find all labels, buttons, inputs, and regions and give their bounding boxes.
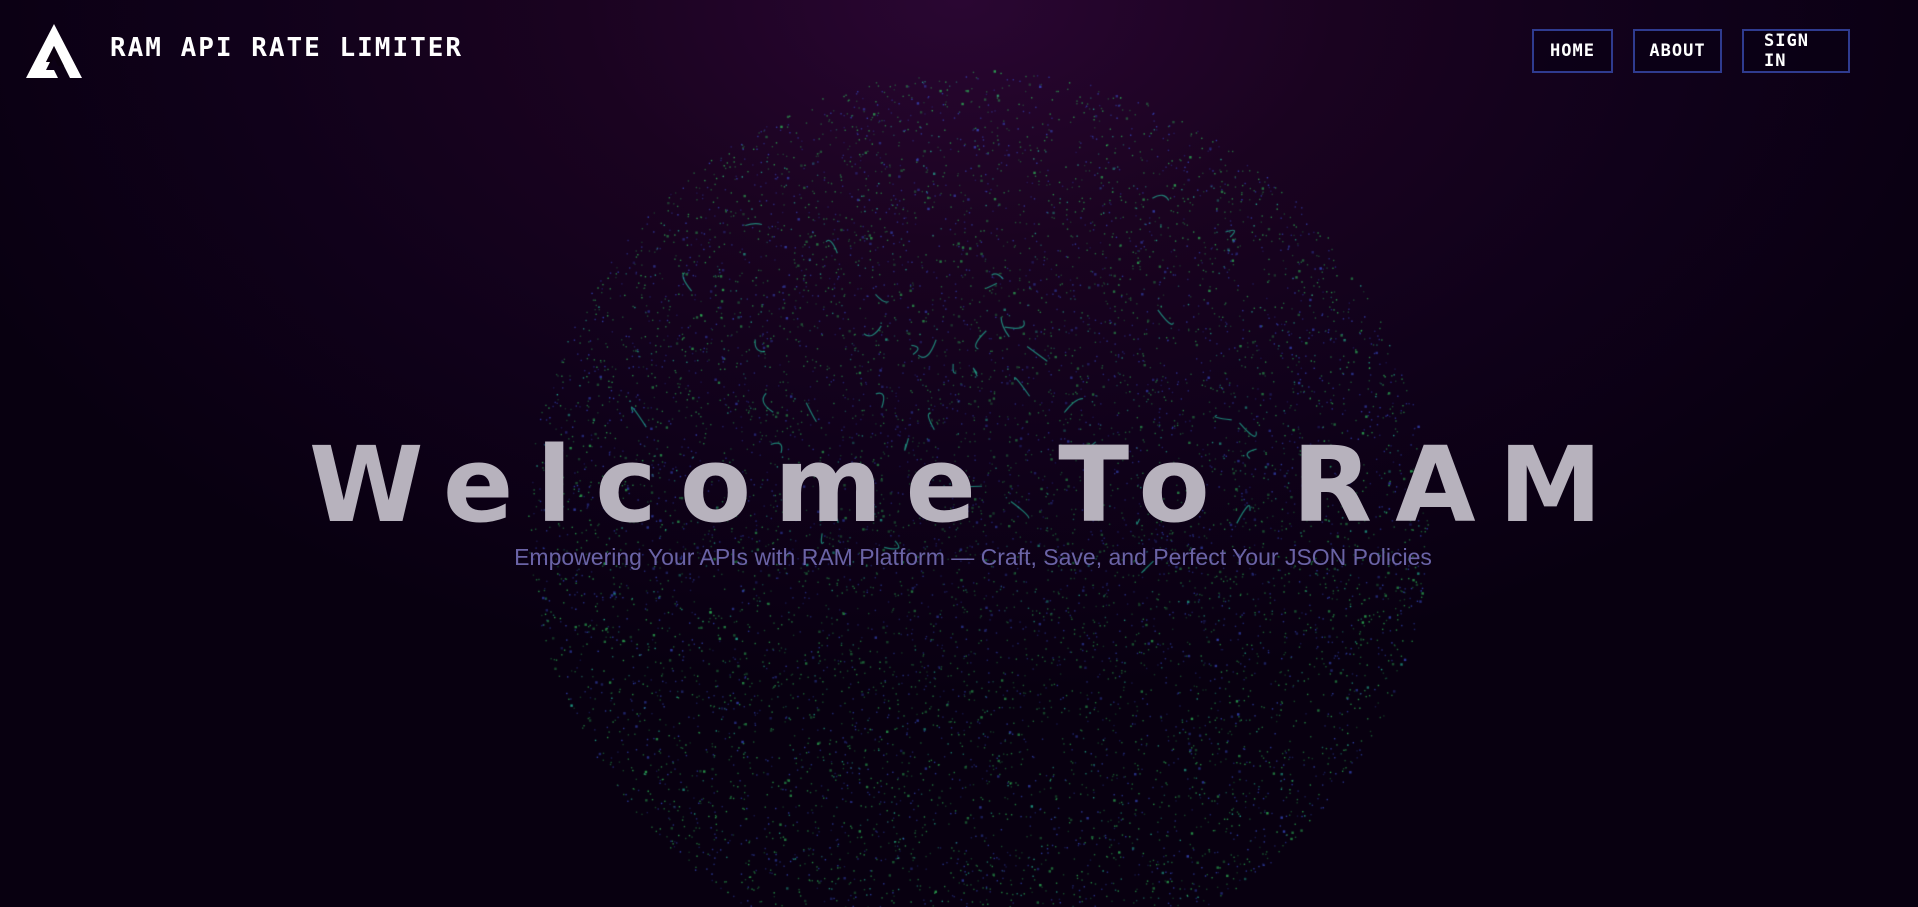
nav-home-button[interactable]: HOME xyxy=(1532,29,1613,73)
main-nav: HOME ABOUT SIGN IN xyxy=(1532,29,1850,73)
top-header: RAM API RATE LIMITER HOME ABOUT SIGN IN xyxy=(0,0,1918,100)
brand-title[interactable]: RAM API RATE LIMITER xyxy=(110,33,463,63)
landing-page: RAM API RATE LIMITER HOME ABOUT SIGN IN … xyxy=(0,0,1918,907)
nav-sign-in-button[interactable]: SIGN IN xyxy=(1742,29,1850,73)
hero-title: Welcome To RAM xyxy=(308,424,1626,546)
hero-subtitle: Empowering Your APIs with RAM Platform —… xyxy=(514,544,1432,570)
nav-about-button[interactable]: ABOUT xyxy=(1633,29,1722,73)
ram-logo-icon[interactable] xyxy=(24,22,84,80)
